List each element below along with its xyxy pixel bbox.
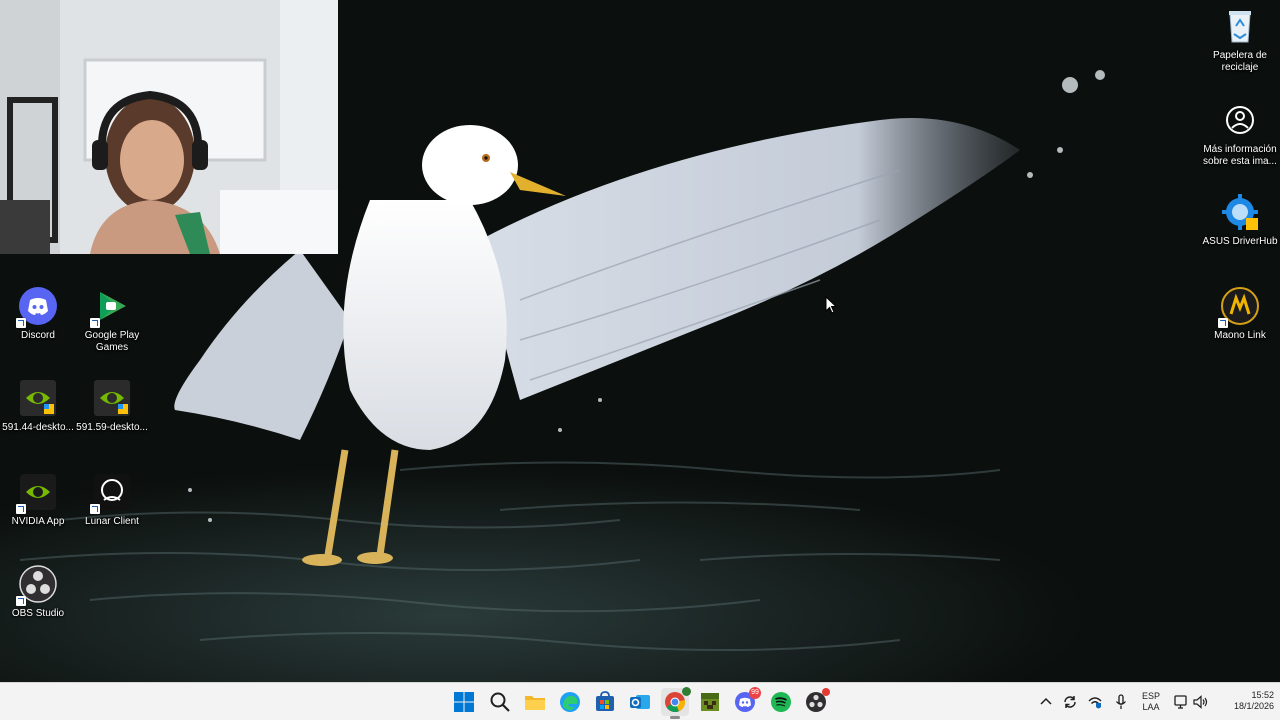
sync-icon — [1064, 696, 1076, 708]
webcam-overlay — [0, 0, 338, 254]
minecraft-icon — [701, 693, 719, 711]
desktop-icon-spotlight-info[interactable]: Más información sobre esta ima... — [1202, 100, 1278, 168]
outlook-icon — [630, 695, 650, 709]
desktop-icon-label: Lunar Client — [85, 516, 139, 527]
taskbar-spotify[interactable] — [767, 688, 795, 716]
shortcut-arrow-icon — [90, 318, 100, 328]
shortcut-arrow-icon — [16, 504, 26, 514]
desktop-icon-nvidia-driver-59159[interactable]: 591.59-deskto... — [74, 378, 150, 434]
store-icon — [596, 691, 614, 711]
taskbar-edge[interactable] — [556, 688, 584, 716]
asus-driverhub-icon — [1222, 194, 1258, 230]
clock-time: 15:52 — [1251, 690, 1274, 700]
tray-network-shield[interactable] — [1086, 693, 1104, 711]
keyboard-layout-code: LAA — [1142, 702, 1160, 712]
shortcut-arrow-icon — [1218, 318, 1228, 328]
clock[interactable]: 15:52 18/1/2026 — [1214, 690, 1274, 712]
search-icon — [490, 692, 510, 712]
microphone-icon — [1115, 694, 1127, 709]
desktop-icon-label: 591.59-deskto... — [76, 422, 148, 433]
shortcut-arrow-icon — [16, 596, 26, 606]
desktop-icon-google-play-games[interactable]: Google Play Games — [74, 286, 150, 354]
tray-microphone[interactable] — [1112, 693, 1130, 711]
tray-sync[interactable] — [1061, 693, 1079, 711]
desktop-icon-maono-link[interactable]: Maono Link — [1202, 286, 1278, 342]
discord-notification-badge: 99 — [749, 687, 761, 699]
display-icon — [1174, 695, 1187, 709]
taskbar-outlook[interactable] — [626, 688, 654, 716]
desktop-icon-lunar-client[interactable]: Lunar Client — [74, 472, 150, 528]
folder-icon — [525, 696, 545, 710]
volume-icon — [1193, 695, 1208, 709]
desktop-icon-asus-driverhub[interactable]: ASUS DriverHub — [1202, 192, 1278, 248]
taskbar-store[interactable] — [591, 688, 619, 716]
nvidia-installer-icon — [20, 380, 56, 416]
chevron-up-icon — [1040, 697, 1052, 705]
desktop-icon-label: OBS Studio — [11, 608, 65, 619]
tray-display[interactable] — [1173, 693, 1191, 711]
edge-icon — [560, 692, 580, 712]
taskbar-chrome[interactable] — [661, 687, 691, 719]
nvidia-installer-icon — [94, 380, 130, 416]
taskbar: 99 ESP LAA 15:52 18/1/2026 — [0, 682, 1280, 720]
shortcut-arrow-icon — [90, 504, 100, 514]
desktop-icon-label: Más información sobre esta ima... — [1203, 144, 1277, 167]
start-button[interactable] — [450, 688, 478, 716]
desktop-icon-label: NVIDIA App — [11, 516, 65, 527]
taskbar-discord[interactable]: 99 — [731, 687, 761, 716]
input-language-indicator[interactable]: ESP LAA — [1137, 691, 1165, 713]
windows-start-icon — [454, 692, 474, 712]
tray-volume[interactable] — [1192, 693, 1210, 711]
language-code: ESP — [1141, 691, 1160, 701]
search-button[interactable] — [486, 688, 514, 716]
network-shield-icon — [1088, 697, 1102, 709]
desktop-icon-label: 591.44-deskto... — [2, 422, 74, 433]
desktop-icon-label: Discord — [21, 330, 55, 341]
clock-date: 18/1/2026 — [1233, 701, 1274, 711]
mouse-cursor-icon — [825, 296, 837, 314]
desktop-icon-label: ASUS DriverHub — [1202, 236, 1278, 247]
spotlight-info-icon — [1226, 106, 1254, 134]
desktop-icon-label: Maono Link — [1214, 330, 1266, 341]
desktop-icon-discord[interactable]: Discord — [0, 286, 76, 342]
webcam-feed — [0, 0, 338, 254]
shortcut-arrow-icon — [16, 318, 26, 328]
spotify-icon — [771, 692, 791, 712]
recycle-bin-icon — [1229, 11, 1251, 43]
desktop-icon-nvidia-app[interactable]: NVIDIA App — [0, 472, 76, 528]
desktop-icon-recycle-bin[interactable]: Papelera de reciclaje — [1202, 6, 1278, 74]
taskbar-obs-studio[interactable] — [802, 688, 830, 716]
taskbar-file-explorer[interactable] — [521, 688, 549, 716]
chrome-profile-badge — [682, 687, 691, 696]
show-hidden-icons-button[interactable] — [1037, 693, 1055, 711]
taskbar-minecraft[interactable] — [696, 688, 724, 716]
desktop-icon-label: Papelera de reciclaje — [1213, 50, 1267, 73]
desktop-icon-obs-studio[interactable]: OBS Studio — [0, 564, 76, 620]
desktop-icon-label: Google Play Games — [84, 330, 140, 353]
obs-recording-badge — [822, 688, 830, 696]
desktop-icon-nvidia-driver-59144[interactable]: 591.44-deskto... — [0, 378, 76, 434]
